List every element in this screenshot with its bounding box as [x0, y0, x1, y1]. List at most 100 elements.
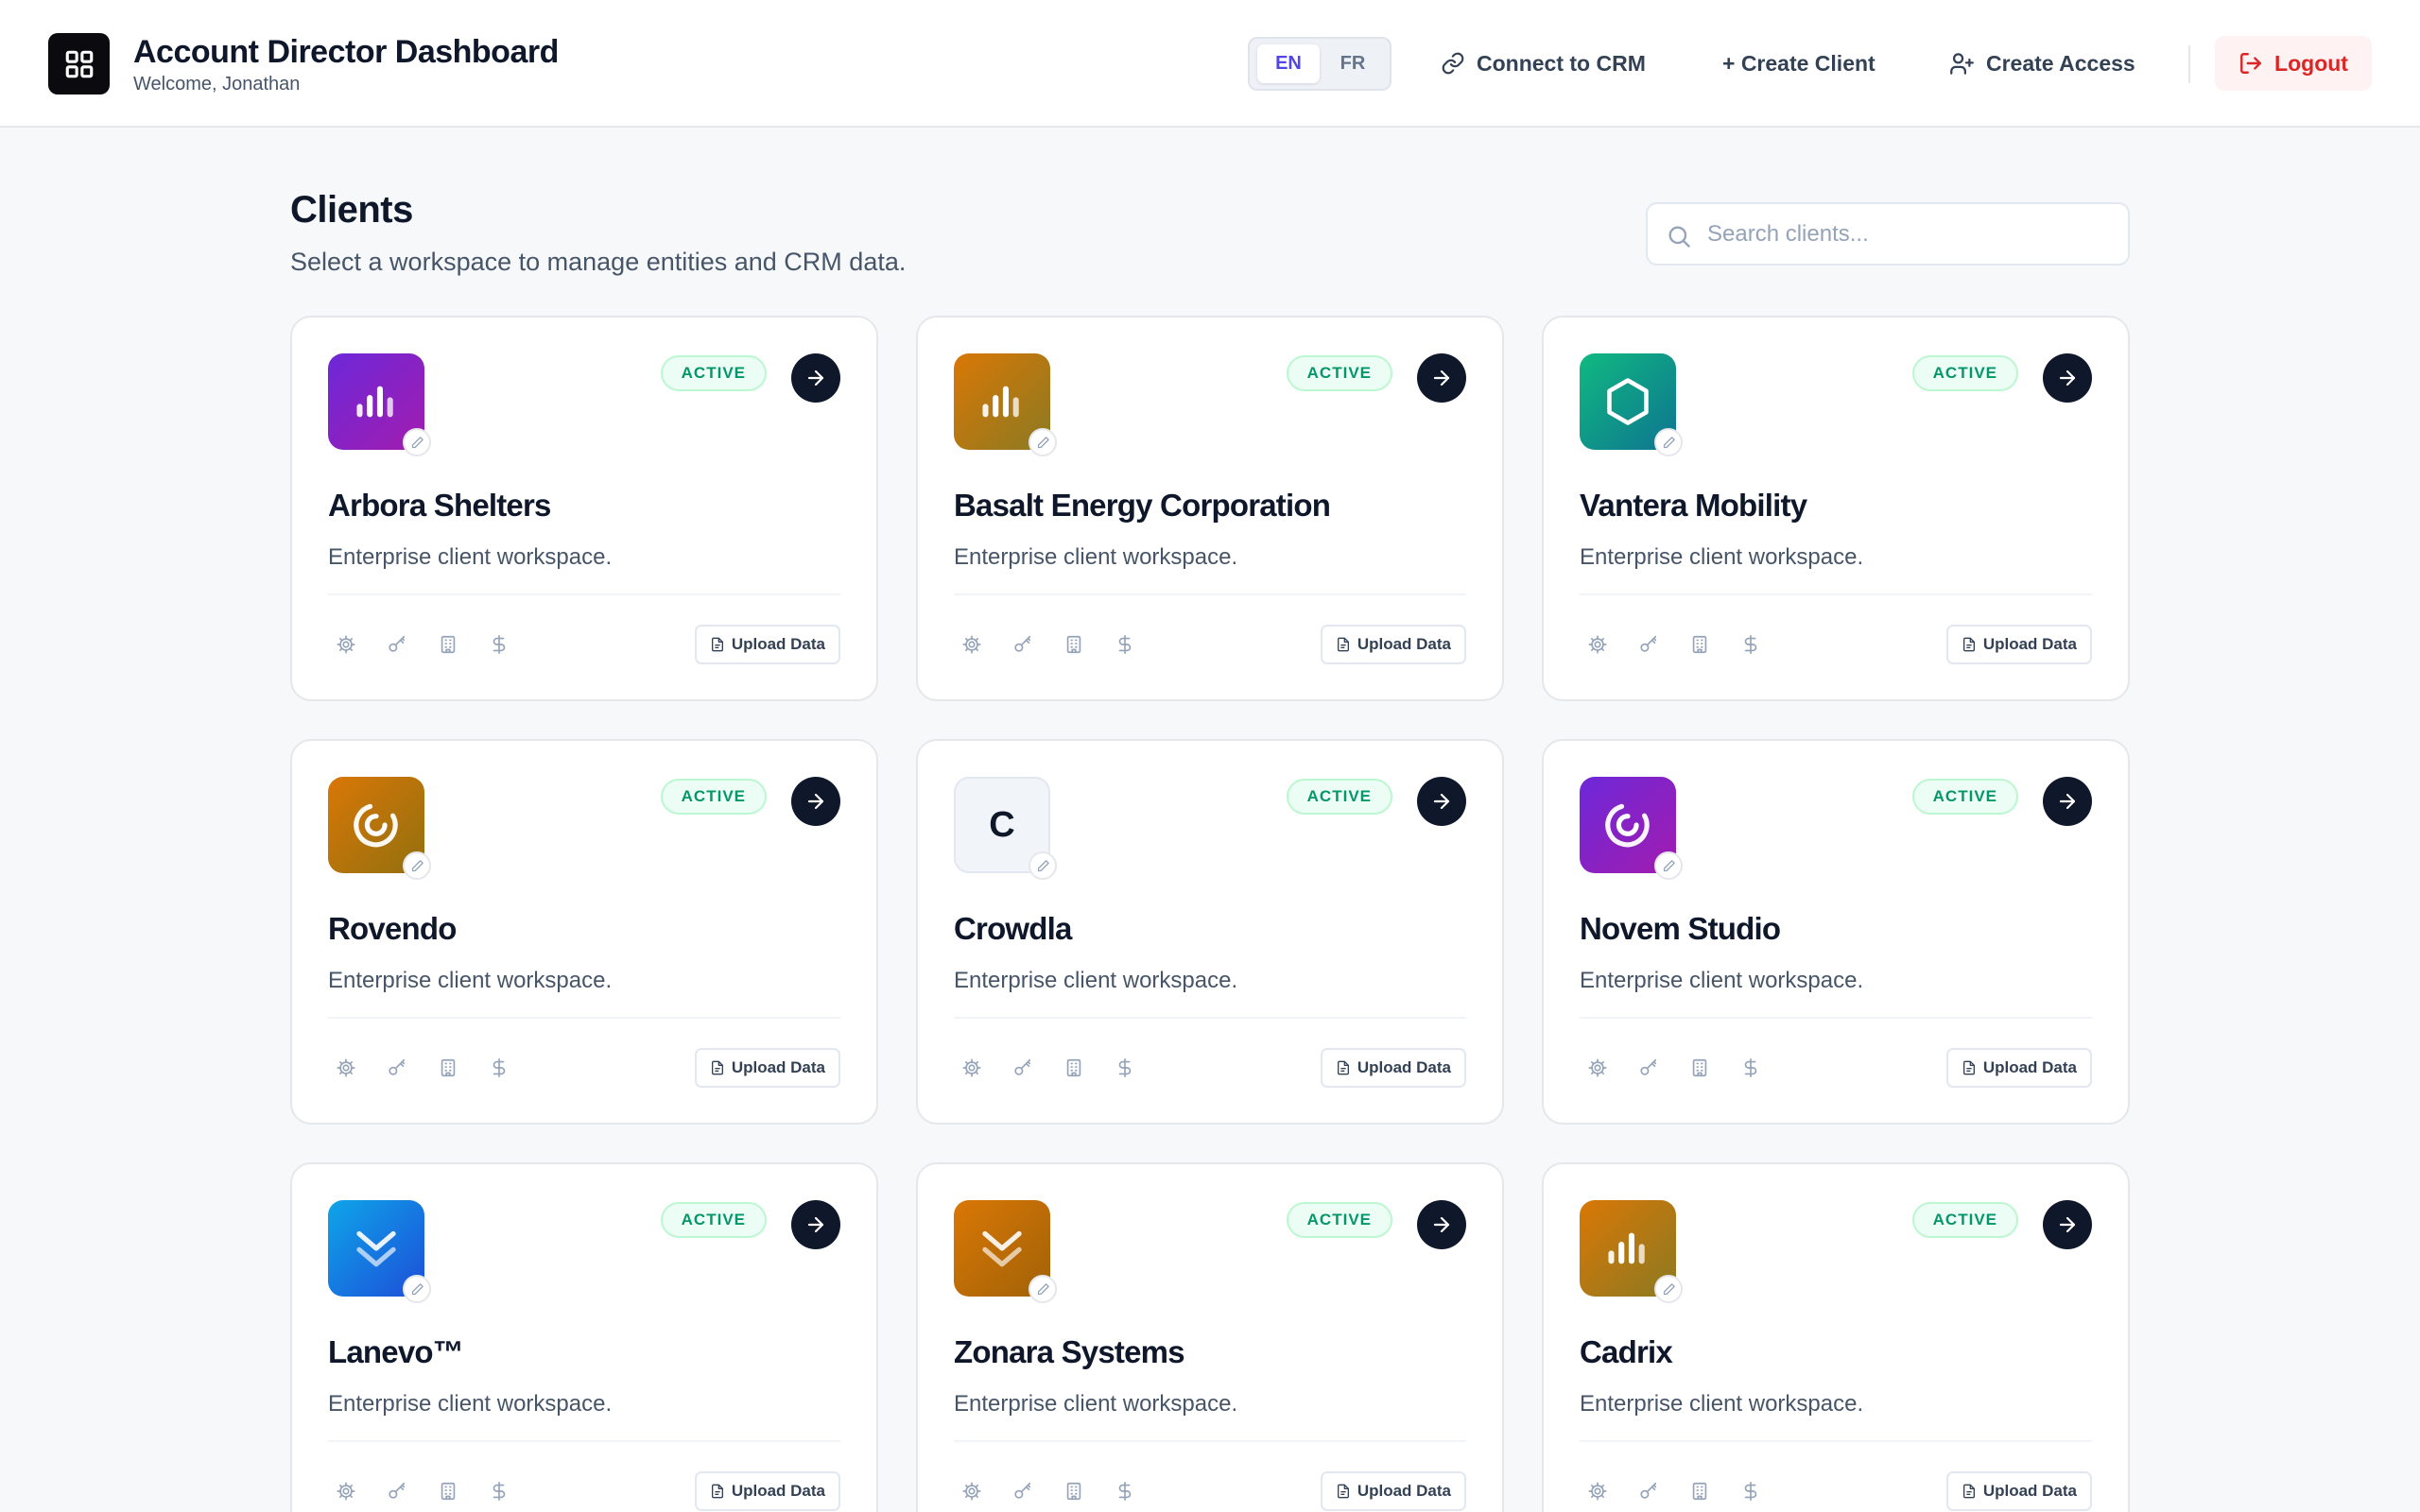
billing-button[interactable] — [485, 1477, 513, 1505]
billing-button[interactable] — [1111, 1477, 1139, 1505]
edit-logo-button[interactable] — [403, 1275, 431, 1303]
open-client-button[interactable] — [1417, 777, 1466, 826]
access-key-button[interactable] — [1009, 1054, 1037, 1082]
entities-button[interactable] — [1685, 1054, 1714, 1082]
client-name: Arbora Shelters — [328, 488, 551, 523]
dollar-icon — [1115, 1481, 1135, 1502]
upload-data-button[interactable]: Upload Data — [694, 1471, 840, 1511]
client-card[interactable]: ACTIVE Novem Studio Enterprise client wo… — [1542, 739, 2130, 1125]
upload-data-button[interactable]: Upload Data — [694, 625, 840, 664]
client-card[interactable]: ACTIVE Rovendo Enterprise client workspa… — [290, 739, 878, 1125]
gear-icon — [961, 634, 982, 655]
building-icon — [1689, 1481, 1710, 1502]
billing-button[interactable] — [485, 1054, 513, 1082]
client-card[interactable]: ACTIVE Cadrix Enterprise client workspac… — [1542, 1162, 2130, 1512]
client-description: Enterprise client workspace. — [1580, 544, 1864, 570]
create-access-button[interactable]: Create Access — [1949, 40, 2135, 87]
edit-logo-button[interactable] — [1654, 428, 1683, 456]
edit-logo-button[interactable] — [403, 851, 431, 880]
access-key-button[interactable] — [1634, 1477, 1663, 1505]
access-key-button[interactable] — [1634, 630, 1663, 659]
upload-data-button[interactable]: Upload Data — [1320, 1048, 1466, 1088]
access-key-button[interactable] — [383, 1477, 411, 1505]
edit-logo-button[interactable] — [1654, 851, 1683, 880]
entities-button[interactable] — [1060, 1477, 1088, 1505]
edit-logo-button[interactable] — [1028, 851, 1057, 880]
settings-button[interactable] — [332, 1054, 360, 1082]
entities-button[interactable] — [1685, 630, 1714, 659]
pencil-icon — [1037, 1282, 1049, 1295]
language-switcher: EN FR — [1248, 37, 1392, 91]
card-divider — [1580, 593, 2092, 595]
edit-logo-button[interactable] — [1028, 428, 1057, 456]
open-client-button[interactable] — [2043, 777, 2092, 826]
access-key-button[interactable] — [383, 1054, 411, 1082]
file-icon — [711, 637, 723, 652]
client-card[interactable]: ACTIVE Basalt Energy Corporation Enterpr… — [916, 316, 1504, 701]
access-key-button[interactable] — [383, 630, 411, 659]
settings-button[interactable] — [332, 1477, 360, 1505]
entities-button[interactable] — [434, 1477, 462, 1505]
pencil-icon — [1663, 436, 1675, 448]
billing-button[interactable] — [485, 630, 513, 659]
client-card[interactable]: ACTIVE Arbora Shelters Enterprise client… — [290, 316, 878, 701]
gear-icon — [1587, 634, 1608, 655]
lang-en-button[interactable]: EN — [1257, 44, 1320, 83]
entities-button[interactable] — [1060, 1054, 1088, 1082]
settings-button[interactable] — [1583, 1477, 1612, 1505]
building-icon — [438, 1481, 458, 1502]
building-icon — [1063, 634, 1084, 655]
entities-button[interactable] — [1685, 1477, 1714, 1505]
header-divider — [2188, 45, 2190, 83]
open-client-button[interactable] — [791, 1200, 840, 1249]
access-key-button[interactable] — [1634, 1054, 1663, 1082]
file-icon — [1962, 1484, 1975, 1499]
open-client-button[interactable] — [2043, 353, 2092, 403]
client-card[interactable]: ACTIVE Zonara Systems Enterprise client … — [916, 1162, 1504, 1512]
billing-button[interactable] — [1111, 630, 1139, 659]
billing-button[interactable] — [1737, 630, 1765, 659]
connect-crm-button[interactable]: Connect to CRM — [1441, 40, 1646, 87]
upload-data-button[interactable]: Upload Data — [1320, 625, 1466, 664]
open-client-button[interactable] — [2043, 1200, 2092, 1249]
entities-button[interactable] — [434, 630, 462, 659]
edit-logo-button[interactable] — [1654, 1275, 1683, 1303]
billing-button[interactable] — [1737, 1054, 1765, 1082]
settings-button[interactable] — [958, 1054, 986, 1082]
entities-button[interactable] — [1060, 630, 1088, 659]
open-client-button[interactable] — [1417, 353, 1466, 403]
card-divider — [954, 1017, 1466, 1019]
billing-button[interactable] — [1737, 1477, 1765, 1505]
settings-button[interactable] — [958, 1477, 986, 1505]
upload-data-button[interactable]: Upload Data — [1945, 1471, 2092, 1511]
entities-button[interactable] — [434, 1054, 462, 1082]
settings-button[interactable] — [958, 630, 986, 659]
settings-button[interactable] — [332, 630, 360, 659]
client-card[interactable]: C ACTIVE Crowdla Enterprise client works… — [916, 739, 1504, 1125]
access-key-button[interactable] — [1009, 630, 1037, 659]
settings-button[interactable] — [1583, 1054, 1612, 1082]
client-card[interactable]: ACTIVE Lanevo™ Enterprise client workspa… — [290, 1162, 878, 1512]
hexagon-icon — [1599, 373, 1656, 430]
settings-button[interactable] — [1583, 630, 1612, 659]
upload-data-button[interactable]: Upload Data — [1945, 1048, 2092, 1088]
upload-data-button[interactable]: Upload Data — [1945, 625, 2092, 664]
building-icon — [1063, 1481, 1084, 1502]
billing-button[interactable] — [1111, 1054, 1139, 1082]
edit-logo-button[interactable] — [1028, 1275, 1057, 1303]
client-description: Enterprise client workspace. — [328, 544, 613, 570]
lang-fr-button[interactable]: FR — [1322, 44, 1384, 83]
client-description: Enterprise client workspace. — [954, 1391, 1238, 1417]
open-client-button[interactable] — [1417, 1200, 1466, 1249]
search-input[interactable] — [1707, 212, 2114, 257]
access-key-button[interactable] — [1009, 1477, 1037, 1505]
upload-data-button[interactable]: Upload Data — [694, 1048, 840, 1088]
create-client-button[interactable]: + Create Client — [1722, 40, 1876, 87]
logout-button[interactable]: Logout — [2215, 36, 2372, 91]
client-card[interactable]: ACTIVE Vantera Mobility Enterprise clien… — [1542, 316, 2130, 701]
file-icon — [1337, 1060, 1349, 1075]
upload-data-button[interactable]: Upload Data — [1320, 1471, 1466, 1511]
open-client-button[interactable] — [791, 777, 840, 826]
edit-logo-button[interactable] — [403, 428, 431, 456]
open-client-button[interactable] — [791, 353, 840, 403]
